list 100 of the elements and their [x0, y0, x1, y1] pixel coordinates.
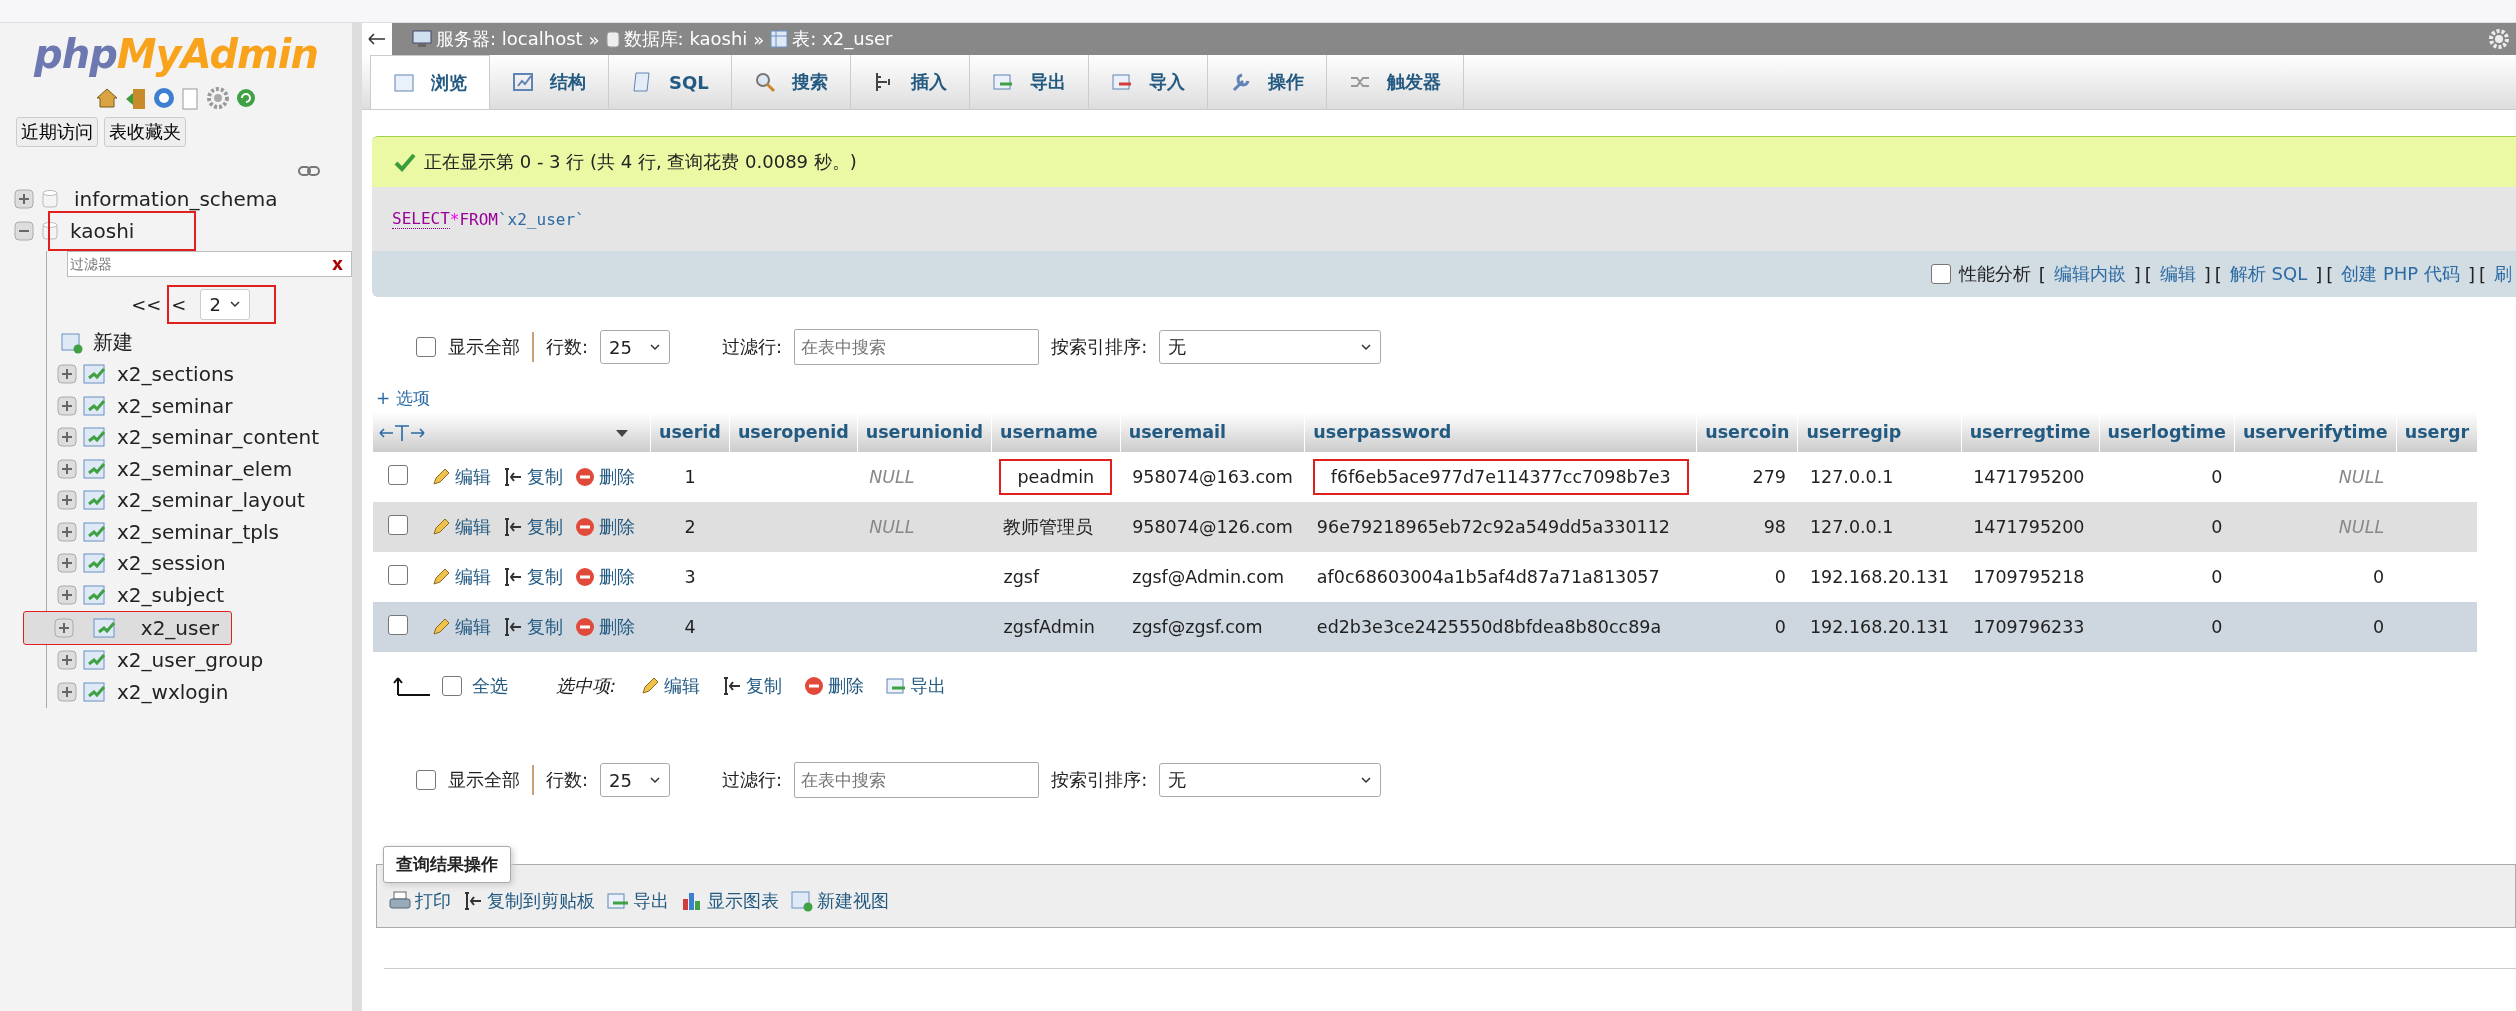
expand-icon[interactable]: [57, 650, 77, 671]
query-link[interactable]: 编辑: [2159, 262, 2196, 286]
result-action-button[interactable]: 新建视图: [785, 889, 895, 913]
phpmyadmin-logo[interactable]: phpMyAdmin: [34, 31, 318, 77]
column-header[interactable]: usergr: [2396, 412, 2478, 452]
query-link[interactable]: 编辑内嵌: [2053, 262, 2126, 286]
tab[interactable]: 操作: [1207, 55, 1327, 109]
column-header[interactable]: usercoin: [1696, 412, 1798, 452]
reload-icon[interactable]: [235, 87, 257, 109]
expand-icon[interactable]: [57, 395, 77, 416]
table-search-field[interactable]: 在表中搜索: [794, 329, 1040, 365]
tab[interactable]: 导入: [1088, 55, 1208, 109]
expand-icon[interactable]: [57, 427, 77, 448]
column-header[interactable]: userverifytime: [2234, 412, 2397, 452]
settings-icon[interactable]: [207, 87, 229, 109]
row-checkbox[interactable]: [387, 615, 408, 635]
column-arrows-icon[interactable]: [379, 424, 425, 442]
row-action-link[interactable]: 复制: [526, 615, 563, 639]
bulk-action-button[interactable]: 复制: [716, 674, 789, 698]
bulk-action-button[interactable]: 删除: [798, 674, 871, 698]
check-all-link[interactable]: 全选: [472, 674, 508, 698]
column-header[interactable]: useropenid: [729, 412, 858, 452]
column-header[interactable]: userunionid: [857, 412, 992, 452]
breadcrumb-link[interactable]: 表: x2_user: [792, 27, 893, 51]
expand-icon[interactable]: [57, 584, 77, 605]
sort-select[interactable]: 无: [1159, 763, 1382, 797]
column-header[interactable]: userid: [650, 412, 730, 452]
tab[interactable]: 结构: [490, 55, 609, 109]
new-table-link[interactable]: 新建: [89, 327, 137, 359]
expand-icon[interactable]: [57, 681, 77, 702]
row-checkbox[interactable]: [387, 465, 408, 485]
previous-page-link[interactable]: <: [171, 293, 187, 315]
query-link[interactable]: 刷: [2494, 262, 2512, 286]
row-action-link[interactable]: 删除: [598, 515, 635, 539]
table-item[interactable]: x2_session: [55, 547, 352, 579]
tab[interactable]: 导出: [969, 55, 1089, 109]
result-action-button[interactable]: 复制到剪贴板: [457, 889, 601, 913]
home-icon[interactable]: [95, 87, 119, 109]
tab[interactable]: 浏览: [370, 55, 490, 109]
filter-field[interactable]: 过滤器 x: [67, 251, 352, 277]
expand-toggle-icon[interactable]: [14, 189, 34, 209]
row-checkbox[interactable]: [387, 515, 408, 535]
tab[interactable]: SQL: [609, 55, 732, 109]
table-item[interactable]: x2_seminar_elem: [55, 453, 352, 485]
row-action-link[interactable]: 复制: [526, 565, 563, 589]
breadcrumb-link[interactable]: 服务器: localhost: [436, 27, 583, 51]
options-link[interactable]: + 选项: [372, 387, 430, 410]
rows-select[interactable]: 25: [600, 330, 671, 364]
table-item[interactable]: x2_wxlogin: [55, 676, 352, 708]
result-action-button[interactable]: 导出: [601, 889, 675, 913]
row-checkbox[interactable]: [387, 565, 408, 585]
expand-icon[interactable]: [57, 553, 77, 574]
expand-icon[interactable]: [54, 617, 74, 638]
rows-select[interactable]: 25: [600, 763, 671, 797]
exit-icon[interactable]: [125, 87, 147, 111]
table-item[interactable]: x2_seminar_tpls: [55, 516, 352, 548]
check-all-checkbox[interactable]: [442, 676, 462, 696]
column-header[interactable]: useremail: [1120, 412, 1305, 452]
column-header[interactable]: userlogtime: [2099, 412, 2235, 452]
table-search-field[interactable]: 在表中搜索: [794, 762, 1040, 798]
table-item[interactable]: x2_seminar_layout: [55, 484, 352, 516]
table-item[interactable]: x2_user: [23, 610, 232, 645]
column-header[interactable]: username: [991, 412, 1121, 452]
table-item[interactable]: x2_seminar_content: [55, 421, 352, 453]
query-link[interactable]: 创建 PHP 代码: [2341, 262, 2460, 286]
sort-select[interactable]: 无: [1159, 330, 1382, 364]
result-action-button[interactable]: 显示图表: [675, 889, 785, 913]
column-header[interactable]: userregtime: [1961, 412, 2099, 452]
result-action-button[interactable]: 打印: [383, 889, 457, 913]
query-link[interactable]: 解析 SQL: [2229, 262, 2308, 286]
database-link[interactable]: kaoshi: [48, 211, 197, 251]
row-action-link[interactable]: 删除: [598, 615, 635, 639]
tab[interactable]: 插入: [850, 55, 970, 109]
breadcrumb-link[interactable]: 数据库: kaoshi: [623, 27, 748, 51]
tab[interactable]: 触发器: [1326, 55, 1464, 109]
expand-icon[interactable]: [57, 458, 77, 479]
link-icon[interactable]: [298, 165, 320, 177]
row-action-link[interactable]: 复制: [526, 465, 563, 489]
show-all-checkbox[interactable]: [416, 337, 436, 357]
expand-toggle-icon[interactable]: [14, 221, 34, 241]
row-action-link[interactable]: 删除: [598, 565, 635, 589]
first-page-link[interactable]: <<: [131, 293, 162, 315]
row-action-link[interactable]: 删除: [598, 465, 635, 489]
row-action-link[interactable]: 编辑: [454, 515, 491, 539]
expand-icon[interactable]: [57, 521, 77, 542]
bulk-action-button[interactable]: 编辑: [634, 674, 707, 698]
sidebar-tab-button[interactable]: 表收藏夹: [104, 117, 186, 147]
row-action-link[interactable]: 编辑: [454, 465, 491, 489]
table-item[interactable]: x2_subject: [55, 579, 352, 611]
tab[interactable]: 搜索: [731, 55, 851, 109]
dropdown-triangle-icon[interactable]: [615, 428, 629, 438]
table-item[interactable]: x2_seminar: [55, 390, 352, 422]
page-select[interactable]: 2: [200, 288, 250, 320]
table-item[interactable]: x2_user_group: [55, 644, 352, 676]
show-all-checkbox[interactable]: [416, 770, 436, 790]
expand-icon[interactable]: [57, 490, 77, 511]
expand-icon[interactable]: [57, 364, 77, 385]
profiling-checkbox[interactable]: [1930, 264, 1951, 284]
row-action-link[interactable]: 复制: [526, 515, 563, 539]
column-header[interactable]: userregip: [1797, 412, 1962, 452]
